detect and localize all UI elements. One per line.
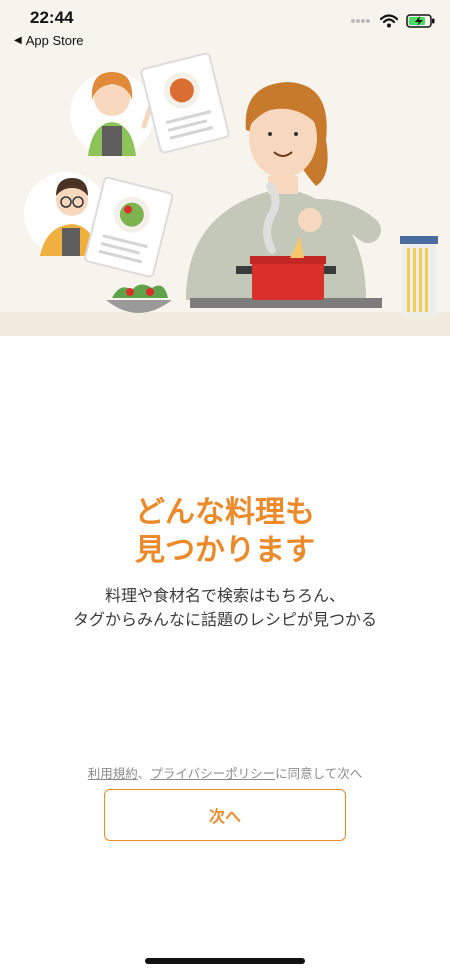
consent-separator: 、 [137, 766, 151, 781]
onboarding-description: 料理や食材名で検索はもちろん、 タグからみんなに話題のレシピが見つかる [0, 584, 450, 632]
description-line-2: タグからみんなに話題のレシピが見つかる [72, 610, 377, 629]
consent-suffix: に同意して次へ [275, 766, 363, 781]
headline-line-2: 見つかります [135, 533, 315, 568]
onboarding-headline: どんな料理も 見つかります [0, 494, 450, 570]
status-time: 22:44 [30, 8, 74, 27]
description-line-1: 料理や食材名で検索はもちろん、 [104, 586, 345, 605]
status-bar: 22:44 ◀ App Store [0, 0, 450, 50]
consent-text: 利用規約、プライバシーポリシーに同意して次へ [0, 763, 450, 782]
hero-illustration [0, 0, 450, 336]
back-arrow-icon: ◀ [14, 35, 22, 46]
cooking-scene-illustration [0, 52, 450, 336]
next-button[interactable]: 次へ [104, 789, 346, 841]
headline-line-1: どんな料理も [135, 495, 315, 530]
signal-dots-icon [351, 19, 370, 23]
privacy-policy-link[interactable]: プライバシーポリシー [150, 766, 275, 781]
wifi-icon [380, 14, 398, 28]
terms-of-service-link[interactable]: 利用規約 [88, 766, 138, 781]
onboarding-content: どんな料理も 見つかります 料理や食材名で検索はもちろん、 タグからみんなに話題… [0, 336, 450, 972]
back-to-app-store-link[interactable]: ◀ App Store [14, 33, 84, 48]
battery-charging-icon [406, 14, 435, 28]
back-link-label: App Store [25, 33, 84, 48]
status-icons [350, 14, 436, 28]
home-indicator [145, 958, 305, 964]
